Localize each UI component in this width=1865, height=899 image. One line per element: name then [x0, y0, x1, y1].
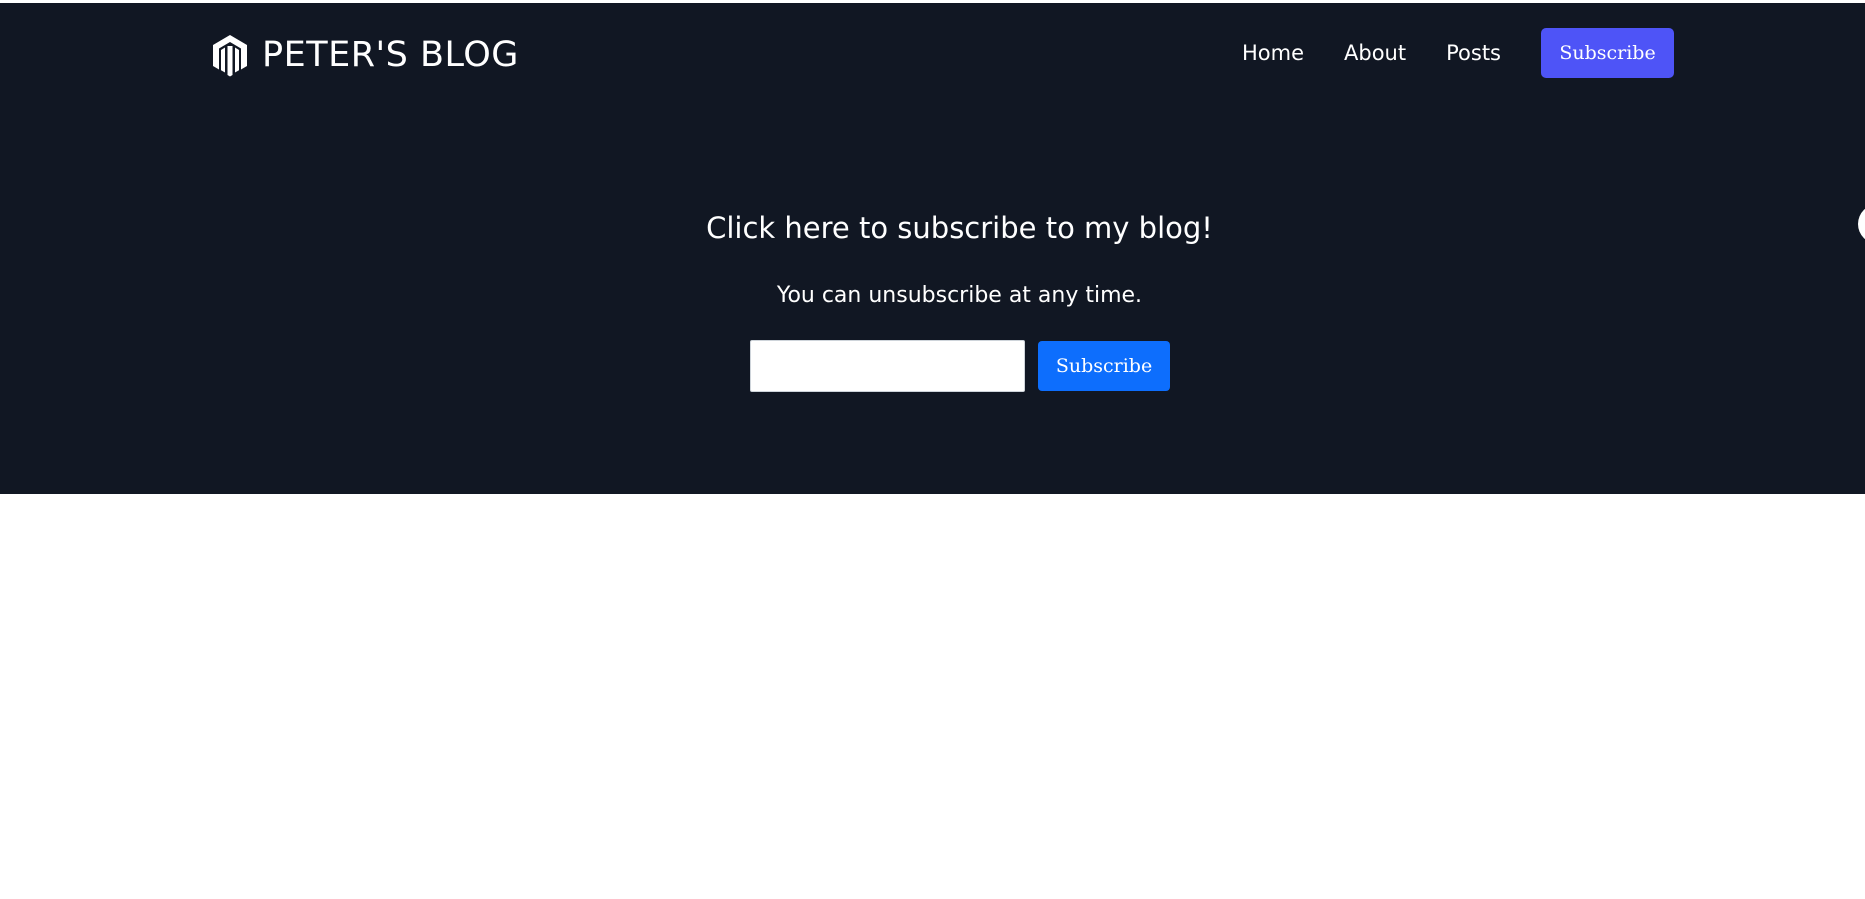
nav-posts-link[interactable]: Posts — [1446, 41, 1501, 65]
subscribe-button[interactable]: Subscribe — [1038, 341, 1170, 391]
nav-subscribe-button[interactable]: Subscribe — [1541, 28, 1674, 78]
brand-link[interactable]: PETER'S BLOG — [210, 31, 519, 79]
nav-links: Home About Posts Subscribe — [1242, 28, 1674, 78]
email-input[interactable] — [750, 340, 1025, 392]
hero-subtitle: You can unsubscribe at any time. — [776, 283, 1143, 308]
hero-section: PETER'S BLOG Home About Posts Subscribe … — [0, 3, 1865, 494]
brand-name: PETER'S BLOG — [262, 34, 519, 75]
nav-about-link[interactable]: About — [1344, 41, 1406, 65]
hero-title: Click here to subscribe to my blog! — [706, 211, 1213, 245]
subscribe-form: Subscribe — [750, 340, 1170, 392]
nav-home-link[interactable]: Home — [1242, 41, 1304, 65]
navbar: PETER'S BLOG Home About Posts Subscribe — [0, 3, 1865, 107]
magento-hexagon-icon — [210, 33, 250, 77]
